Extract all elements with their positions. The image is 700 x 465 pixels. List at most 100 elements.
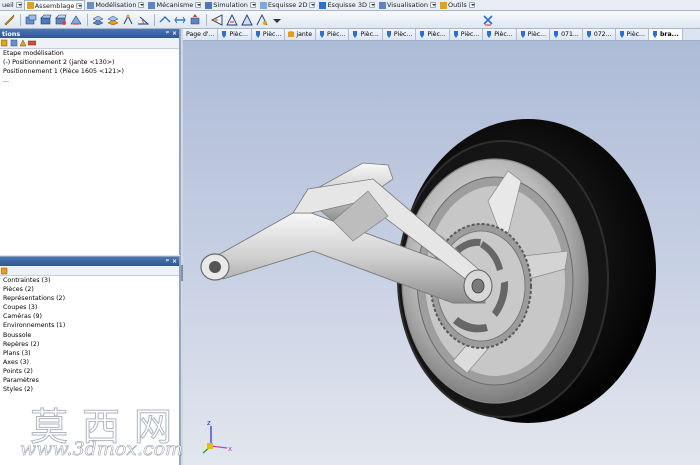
ribbon-tab[interactable]: Visualisation: [377, 0, 438, 10]
entities-options-icon[interactable]: [1, 267, 9, 275]
document-tab[interactable]: jante: [285, 29, 317, 40]
interference-icon[interactable]: [240, 13, 253, 26]
constraint-icon[interactable]: [69, 13, 82, 26]
ribbon-dropdown-icon[interactable]: [138, 2, 145, 8]
move-part-icon[interactable]: [188, 13, 201, 26]
ribbon-tab[interactable]: Esquisse 3D: [317, 0, 377, 10]
list-item[interactable]: Caméras (9): [0, 312, 179, 321]
tree-item[interactable]: ...: [0, 76, 179, 85]
ribbon-tab-bar: ueil Assemblage Modélisation Mécanisme Simul…: [0, 0, 700, 11]
replace-part-icon[interactable]: [54, 13, 67, 26]
ribbon-tab-label: Modélisation: [95, 1, 137, 9]
motorcycle-swingarm-model[interactable]: z x: [183, 41, 700, 465]
ribbon-tab-icon: [378, 1, 386, 9]
list-item[interactable]: Repères (2): [0, 340, 179, 349]
toolbar-separator: [206, 13, 207, 26]
part-doc-icon: [520, 31, 525, 38]
list-item[interactable]: Représentations (2): [0, 294, 179, 303]
tree-expand-icon[interactable]: [1, 39, 9, 47]
new-part-icon[interactable]: [39, 13, 52, 26]
ribbon-tab[interactable]: Outils: [438, 0, 477, 10]
assembly-toolbar: [0, 11, 700, 29]
ribbon-tab-label: Esquisse 3D: [327, 1, 367, 9]
ribbon-tab[interactable]: Esquisse 2D: [258, 0, 318, 10]
document-tab[interactable]: Page d'...: [183, 29, 219, 40]
ribbon-dropdown-icon[interactable]: [249, 2, 256, 8]
list-item[interactable]: Styles (2): [0, 385, 179, 394]
document-tab-label: Pièc...: [327, 31, 346, 38]
ribbon-tab[interactable]: ueil: [0, 0, 24, 10]
rotation-constraint-icon[interactable]: [173, 13, 186, 26]
ribbon-dropdown-icon[interactable]: [468, 2, 475, 8]
document-tab[interactable]: Pièc...: [382, 29, 417, 40]
explode-icon[interactable]: [225, 13, 238, 26]
tree-item[interactable]: Positionnement 1 (Pièce 1605 <121>): [0, 67, 179, 76]
document-tab[interactable]: 072...: [582, 29, 616, 40]
document-tab[interactable]: Pièc...: [615, 29, 649, 40]
ribbon-dropdown-icon[interactable]: [368, 2, 375, 8]
document-tab[interactable]: Pièc...: [349, 29, 383, 40]
list-item[interactable]: Contraintes (3): [0, 276, 179, 285]
document-tab[interactable]: Pièc...: [251, 29, 286, 40]
close-document-icon[interactable]: [481, 13, 494, 26]
toolbar-separator: [87, 13, 88, 26]
list-item[interactable]: Environnements (1): [0, 321, 179, 330]
operations-panel-title: tions: [2, 29, 21, 38]
insert-part-icon[interactable]: [24, 13, 37, 26]
document-tab[interactable]: Pièc...: [218, 29, 252, 40]
document-tab[interactable]: Pièc...: [316, 29, 350, 40]
measure-icon[interactable]: [255, 13, 268, 26]
ribbon-dropdown-icon[interactable]: [309, 2, 316, 8]
wrench-icon[interactable]: [2, 13, 15, 26]
document-tab-label: Pièc...: [229, 31, 248, 38]
tree-filter-icon[interactable]: [10, 39, 18, 47]
list-item[interactable]: Coupes (3): [0, 303, 179, 312]
close-icon[interactable]: ×: [172, 30, 177, 37]
entities-panel-title-bar: ᵖ ×: [0, 257, 179, 266]
angle-icon[interactable]: [136, 13, 149, 26]
document-tab[interactable]: 071...: [550, 29, 583, 40]
axis-constraint-icon[interactable]: [158, 13, 171, 26]
ribbon-dropdown-icon[interactable]: [76, 2, 83, 9]
document-tab[interactable]: Pièc...: [449, 29, 484, 40]
section-view-icon[interactable]: [210, 13, 223, 26]
document-tab[interactable]: Pièc...: [416, 29, 450, 40]
ribbon-tab[interactable]: Assemblage: [23, 0, 86, 10]
tree-sort-icon[interactable]: [19, 39, 27, 47]
document-tab-label: Pièc...: [527, 31, 547, 38]
list-item[interactable]: Pièces (2): [0, 285, 179, 294]
operations-panel-tools: [0, 38, 179, 49]
contact-icon[interactable]: [106, 13, 119, 26]
tree-item[interactable]: Etape modélisation: [0, 49, 179, 58]
document-tab[interactable]: bra...: [648, 29, 683, 40]
close-icon[interactable]: ×: [172, 258, 177, 265]
document-tab[interactable]: Pièc...: [516, 29, 551, 40]
ribbon-dropdown-icon[interactable]: [195, 2, 202, 8]
document-tab-label: 071...: [561, 31, 579, 38]
list-item[interactable]: Points (2): [0, 367, 179, 376]
document-tab[interactable]: Pièc...: [483, 29, 517, 40]
ribbon-dropdown-icon[interactable]: [430, 2, 437, 8]
ribbon-tab-label: Mécanisme: [156, 1, 194, 9]
coincidence-icon[interactable]: [91, 13, 104, 26]
ribbon-dropdown-icon[interactable]: [15, 2, 22, 8]
tree-options-icon[interactable]: [28, 39, 36, 47]
tree-item[interactable]: (-) Positionnement 2 (jante <130>): [0, 58, 179, 67]
3d-viewport[interactable]: z x: [183, 41, 700, 465]
ribbon-tab[interactable]: Simulation: [203, 0, 258, 10]
part-doc-icon: [255, 31, 260, 38]
list-item[interactable]: Plans (3): [0, 349, 179, 358]
ribbon-tab-icon: [259, 1, 267, 9]
pin-icon[interactable]: ᵖ: [166, 30, 169, 37]
list-item[interactable]: Boussole: [0, 331, 179, 340]
distance-icon[interactable]: [121, 13, 134, 26]
ribbon-tab-icon: [87, 1, 95, 9]
pin-icon[interactable]: ᵖ: [166, 258, 169, 265]
list-item[interactable]: Paramètres: [0, 376, 179, 385]
list-item[interactable]: Axes (3): [0, 358, 179, 367]
ribbon-tab[interactable]: Mécanisme: [146, 0, 203, 10]
more-tools-icon[interactable]: [270, 13, 283, 26]
ribbon-tab[interactable]: Modélisation: [85, 0, 146, 10]
document-tab-label: bra...: [659, 31, 679, 38]
ribbon-tab-icon: [26, 2, 34, 9]
